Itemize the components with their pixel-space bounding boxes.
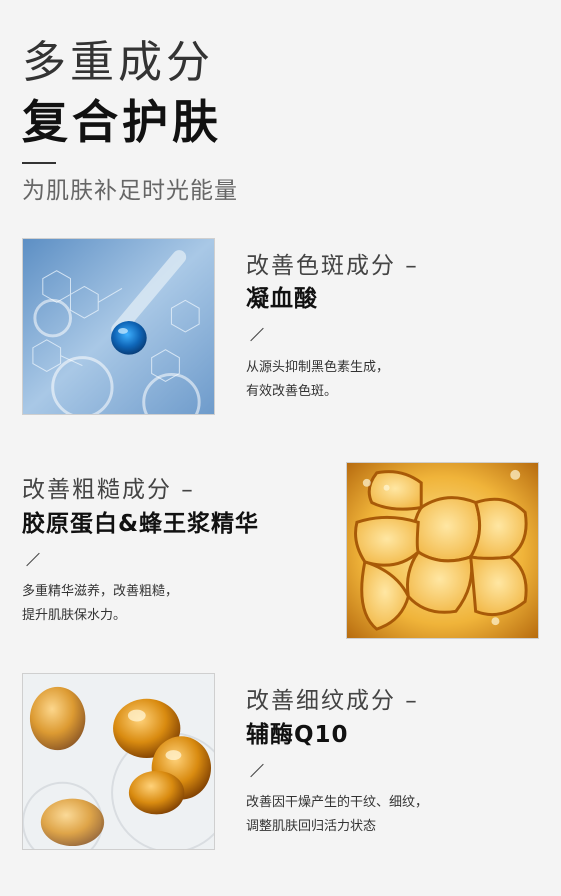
oil-capsules-image — [22, 673, 215, 850]
section3-desc-line1: 改善因干燥产生的干纹、细纹， — [246, 795, 429, 810]
title-divider — [22, 162, 56, 164]
section2-desc-line1: 多重精华滋养，改善粗糙， — [22, 584, 179, 599]
section2-desc-line2: 提升肌肤保水力。 — [22, 608, 127, 623]
page-title-line1: 多重成分 — [22, 37, 214, 88]
section2-slash — [26, 552, 40, 567]
section3-label: 改善细纹成分 – — [246, 688, 419, 714]
section3-slash — [250, 763, 264, 778]
section3-desc-line2: 调整肌肤回归活力状态 — [246, 819, 377, 834]
section2-label: 改善粗糙成分 – — [22, 477, 195, 503]
section3-ingredient: 辅酶Q10 — [246, 722, 349, 748]
page-title-line2: 复合护肤 — [22, 95, 222, 149]
section1-slash — [250, 327, 264, 342]
section1-ingredient: 凝血酸 — [246, 286, 318, 312]
serum-dropper-image — [22, 238, 215, 415]
section1-desc-line2: 有效改善色斑。 — [246, 384, 338, 399]
section1-label: 改善色斑成分 – — [246, 253, 419, 279]
section2-ingredient: 胶原蛋白&蜂王浆精华 — [22, 511, 260, 537]
section1-desc-line1: 从源头抑制黑色素生成， — [246, 360, 390, 375]
page-subtitle: 为肌肤补足时光能量 — [22, 178, 238, 204]
golden-bubbles-image — [346, 462, 539, 639]
